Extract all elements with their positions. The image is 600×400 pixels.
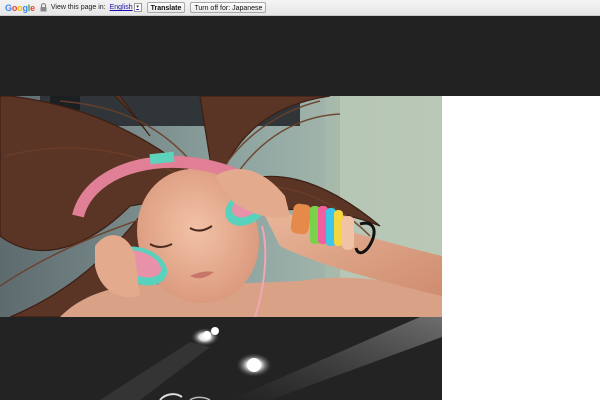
translate-prompt: View this page in: [50, 4, 106, 11]
chevron-down-icon: ▾ [133, 3, 142, 12]
lock-icon [40, 3, 47, 12]
language-select[interactable]: English ▾ [110, 3, 142, 12]
language-value: English [109, 4, 133, 11]
stage-lights-photo[interactable] [0, 317, 442, 400]
google-logo: Google [5, 2, 35, 13]
girl-with-headphones-photo[interactable] [0, 96, 442, 317]
translate-bar: Google View this page in: English ▾ Tran… [0, 0, 600, 16]
turn-off-button[interactable]: Turn off for: Japanese [190, 2, 267, 13]
translate-button[interactable]: Translate [146, 2, 186, 13]
site-header [0, 16, 600, 96]
